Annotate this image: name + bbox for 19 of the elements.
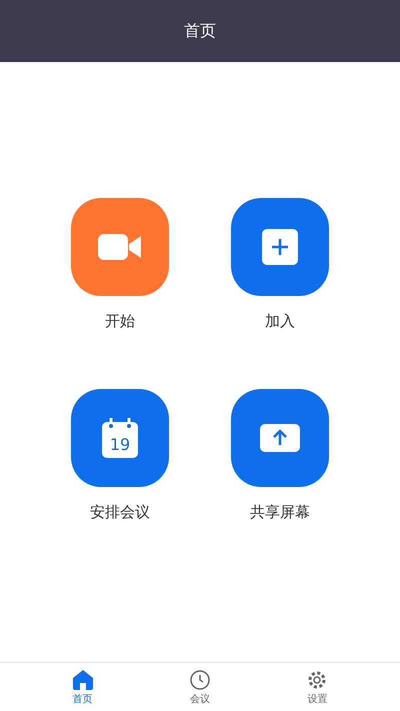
video-camera-icon	[98, 234, 142, 260]
page-title: 首页	[184, 20, 216, 42]
home-icon	[72, 669, 94, 691]
tab-button[interactable]: 首页	[52, 669, 113, 705]
tab-button[interactable]: 会议	[170, 669, 230, 705]
gear-icon	[306, 669, 328, 691]
action-label: 共享屏幕	[250, 502, 310, 522]
calendar-icon	[102, 418, 138, 458]
plus-button[interactable]	[231, 198, 329, 296]
calendar-day: 19	[110, 434, 130, 454]
clock-icon	[188, 669, 211, 691]
share-button[interactable]	[231, 388, 329, 486]
tab-button[interactable]: 设置	[287, 669, 348, 705]
action-label: 安排会议	[90, 502, 150, 522]
action-label: 开始	[105, 311, 135, 332]
action-label: 加入	[265, 311, 295, 332]
plus-icon	[262, 229, 298, 265]
calendar-button[interactable]: 19	[71, 388, 169, 486]
video-button[interactable]	[71, 198, 169, 296]
